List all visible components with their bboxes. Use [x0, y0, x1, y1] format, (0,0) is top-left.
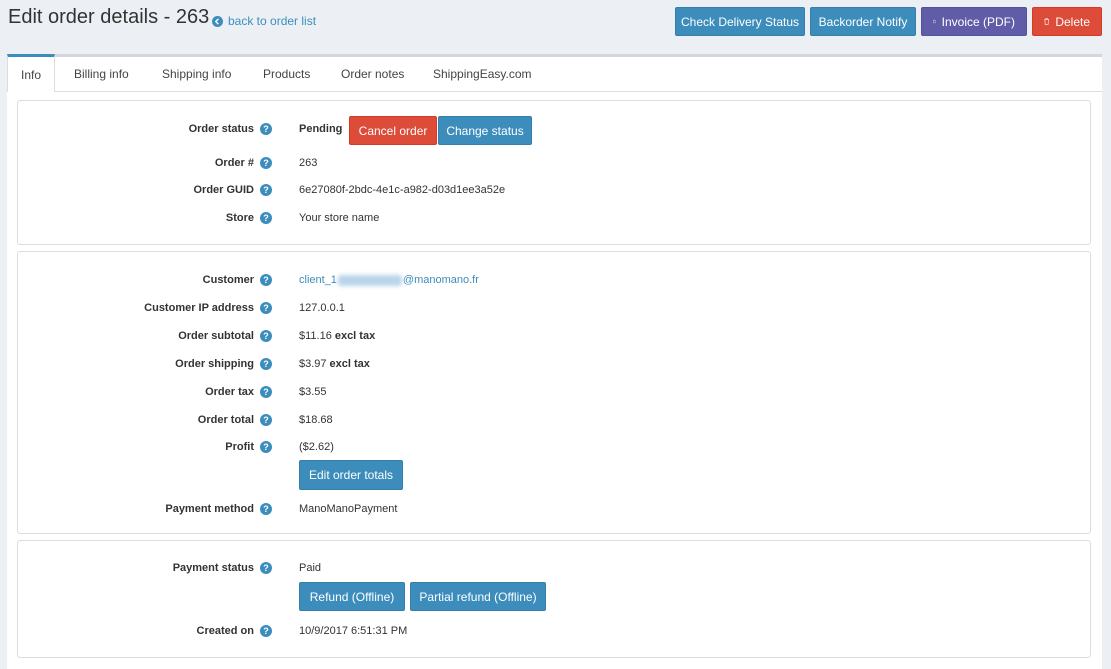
subtotal-tax-note: excl tax — [334, 330, 376, 342]
refund-offline-button[interactable]: Refund (Offline) — [299, 582, 405, 611]
help-icon[interactable]: ? — [260, 386, 272, 398]
trash-icon — [1044, 18, 1050, 25]
subtotal-label: Order subtotal? — [178, 326, 272, 346]
order-status-label: Order status? — [189, 119, 272, 139]
shipping-value: $3.97 — [299, 358, 327, 370]
check-delivery-status-button[interactable]: Check Delivery Status — [675, 7, 805, 36]
payment-method-label: Payment method? — [165, 499, 272, 519]
cancel-order-button[interactable]: Cancel order — [349, 116, 437, 145]
order-number-value: 263 — [299, 157, 318, 169]
header-actions: Check Delivery Status Backorder Notify I… — [675, 7, 1102, 36]
change-status-button[interactable]: Change status — [438, 116, 532, 145]
help-icon[interactable]: ? — [260, 358, 272, 370]
profit-label: Profit? — [225, 437, 272, 457]
shipping-value-wrap: $3.97 excl tax — [299, 354, 370, 374]
order-status-value: Pending — [299, 123, 343, 135]
subtotal-value-wrap: $11.16 excl tax — [299, 326, 375, 346]
help-icon[interactable]: ? — [260, 414, 272, 426]
tab-billing-info[interactable]: Billing info — [74, 54, 129, 94]
order-guid-row: Order GUID? 6e27080f-2bdc-4e1c-a982-d03d… — [18, 180, 1090, 200]
customer-email-prefix: client_1 — [299, 274, 337, 286]
partial-refund-offline-button[interactable]: Partial refund (Offline) — [410, 582, 546, 611]
ip-label: Customer IP address? — [144, 298, 272, 318]
tab-order-notes[interactable]: Order notes — [341, 54, 404, 94]
order-status-row: Order status? Pending Cancel order Chang… — [18, 116, 1090, 145]
order-info-panel: Order status? Pending Cancel order Chang… — [17, 100, 1091, 245]
edit-order-totals-button[interactable]: Edit order totals — [299, 460, 403, 490]
payment-status-value: Paid — [299, 562, 322, 574]
customer-email-suffix: @manomano.fr — [402, 274, 479, 286]
tab-bar: Info Billing info Shipping info Products… — [7, 54, 1102, 94]
store-label: Store? — [226, 208, 272, 228]
payment-status-label: Payment status? — [173, 558, 272, 578]
redacted-blur — [337, 274, 402, 286]
help-icon[interactable]: ? — [260, 123, 272, 135]
delete-button[interactable]: Delete — [1032, 7, 1102, 36]
help-icon[interactable]: ? — [260, 503, 272, 515]
page-title: Edit order details - 263 — [8, 6, 210, 28]
customer-row: Customer? client_1 @manomano.fr — [18, 270, 1090, 290]
store-row: Store? Your store name — [18, 208, 1090, 228]
total-label: Order total? — [198, 410, 272, 430]
back-to-list-link[interactable]: back to order list — [212, 14, 316, 28]
ip-row: Customer IP address? 127.0.0.1 — [18, 298, 1090, 318]
order-number-label: Order #? — [215, 153, 272, 173]
tax-value: $3.55 — [299, 386, 327, 398]
tab-info[interactable]: Info — [7, 54, 56, 94]
help-icon[interactable]: ? — [260, 274, 272, 286]
help-icon[interactable]: ? — [260, 184, 272, 196]
tab-shipping-info[interactable]: Shipping info — [162, 54, 231, 94]
tab-shippingeasy[interactable]: ShippingEasy.com — [433, 54, 532, 94]
file-pdf-icon — [933, 19, 936, 24]
invoice-pdf-button[interactable]: Invoice (PDF) — [921, 7, 1027, 36]
customer-info-panel: Customer? client_1 @manomano.fr Customer … — [17, 251, 1091, 534]
payment-method-row: Payment method? ManoManoPayment — [18, 499, 1090, 519]
created-on-value: 10/9/2017 6:51:31 PM — [299, 625, 408, 637]
subtotal-row: Order subtotal? $11.16 excl tax — [18, 326, 1090, 346]
arrow-left-circle-icon — [212, 15, 223, 27]
profit-value: ($2.62) — [299, 441, 334, 453]
shipping-row: Order shipping? $3.97 excl tax — [18, 354, 1090, 374]
shipping-label: Order shipping? — [175, 354, 272, 374]
payment-method-value: ManoManoPayment — [299, 503, 398, 515]
created-on-row: Created on? 10/9/2017 6:51:31 PM — [18, 621, 1090, 641]
help-icon[interactable]: ? — [260, 212, 272, 224]
tax-row: Order tax? $3.55 — [18, 382, 1090, 402]
payment-status-row: Payment status? Paid — [18, 558, 1090, 578]
total-value: $18.68 — [299, 414, 333, 426]
total-row: Order total? $18.68 — [18, 410, 1090, 430]
order-number-row: Order #? 263 — [18, 153, 1090, 173]
order-guid-label: Order GUID? — [193, 180, 272, 200]
help-icon[interactable]: ? — [260, 625, 272, 637]
order-status-value-wrap: Pending — [299, 119, 342, 139]
profit-row: Profit? ($2.62) — [18, 437, 1090, 457]
payment-info-panel: Payment status? Paid Refund (Offline) Pa… — [17, 540, 1091, 658]
ip-value: 127.0.0.1 — [299, 302, 345, 314]
help-icon[interactable]: ? — [260, 441, 272, 453]
help-icon[interactable]: ? — [260, 562, 272, 574]
help-icon[interactable]: ? — [260, 330, 272, 342]
invoice-label: Invoice (PDF) — [941, 14, 1015, 29]
store-value: Your store name — [299, 212, 380, 224]
shipping-tax-note: excl tax — [329, 358, 370, 370]
backorder-notify-button[interactable]: Backorder Notify — [810, 7, 916, 36]
delete-label: Delete — [1055, 14, 1090, 29]
subtotal-value: $11.16 — [299, 330, 332, 342]
customer-label: Customer? — [203, 270, 272, 290]
help-icon[interactable]: ? — [260, 302, 272, 314]
customer-email-link[interactable]: client_1 @manomano.fr — [299, 270, 479, 290]
tax-label: Order tax? — [205, 382, 272, 402]
order-guid-value: 6e27080f-2bdc-4e1c-a982-d03d1ee3a52e — [299, 184, 506, 196]
tab-content: Order status? Pending Cancel order Chang… — [7, 92, 1102, 669]
back-link-label: back to order list — [228, 14, 317, 28]
help-icon[interactable]: ? — [260, 157, 272, 169]
tab-products[interactable]: Products — [263, 54, 310, 94]
created-on-label: Created on? — [197, 621, 272, 641]
